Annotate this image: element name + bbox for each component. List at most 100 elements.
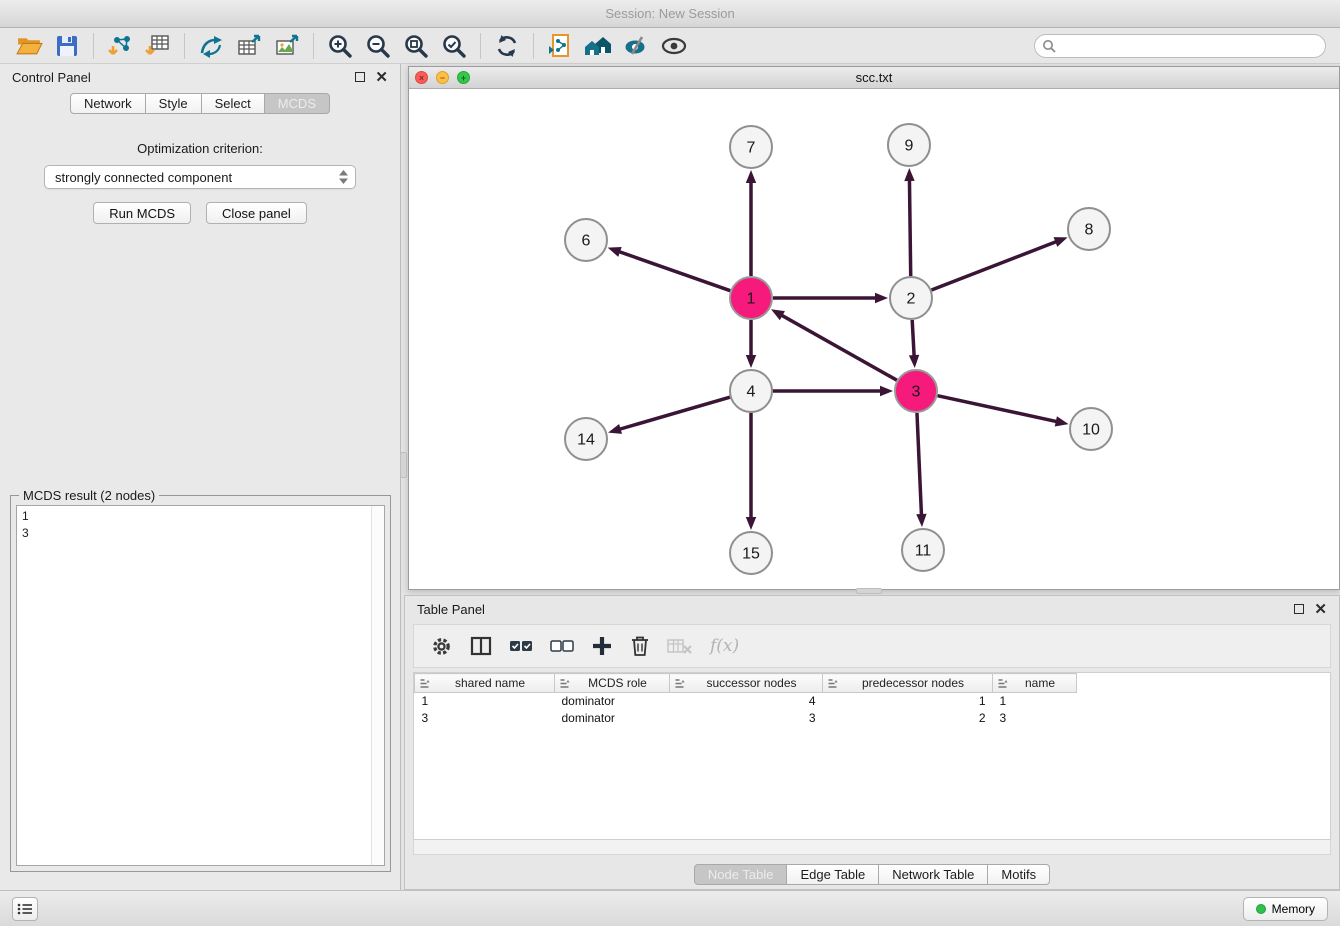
delete-table-icon-disabled[interactable] [667,632,693,660]
cell-shared-name: 1 [415,693,555,710]
graphics-details-glyph [623,33,649,59]
home-pair-icon[interactable] [579,30,617,62]
graph-edge-arrowhead [608,247,622,257]
table-row[interactable]: 3dominator323 [415,710,1077,727]
network-window-title: scc.txt [409,70,1339,85]
float-panel-icon[interactable] [355,72,365,82]
toolbar-separator [480,33,481,59]
graph-edge-arrowhead [1054,237,1068,247]
tab-mcds[interactable]: MCDS [265,93,330,114]
zoom-in-icon[interactable] [321,30,359,62]
graph-node-label: 4 [747,384,756,401]
table-settings-gear-icon[interactable] [430,632,453,660]
panel-list-button[interactable] [12,897,38,921]
graph-node-label: 1 [747,291,756,308]
table-panel-title: Table Panel [417,602,485,617]
export-table-glyph [236,33,262,59]
graph-edge-2-9[interactable] [909,179,910,276]
network-window-titlebar[interactable]: × − + scc.txt [409,67,1339,89]
zoom-selected-glyph [441,33,467,59]
graph-edge-arrowhead [746,170,756,183]
zoom-fit-icon[interactable] [397,30,435,62]
close-table-panel-icon[interactable]: ✕ [1314,602,1327,617]
mcds-result-title: MCDS result (2 nodes) [19,488,159,503]
graph-edge-3-11[interactable] [917,413,922,516]
tab-style[interactable]: Style [146,93,202,114]
cell-predecessor-nodes: 2 [823,710,993,727]
cell-successor-nodes: 4 [670,693,823,710]
column-header-predecessor-nodes[interactable]: predecessor nodes [823,674,993,693]
delete-column-icon[interactable] [630,632,650,660]
table-tab-node-table[interactable]: Node Table [694,864,788,885]
network-arrows-glyph [198,33,224,59]
export-image-glyph [274,33,300,59]
control-panel-header: Control Panel ✕ [0,64,400,90]
graph-edge-1-6[interactable] [618,251,730,290]
horizontal-splitter-handle[interactable] [856,588,882,594]
eye-icon[interactable] [655,30,693,62]
folder-icon [16,33,43,58]
close-window-button[interactable]: × [415,71,428,84]
open-session-icon[interactable] [10,30,48,62]
network-canvas[interactable]: 1234678910111415 [409,89,1339,589]
run-mcds-button[interactable]: Run MCDS [93,202,191,224]
column-visibility-icon[interactable] [470,632,492,660]
zoom-selected-icon[interactable] [435,30,473,62]
table-tab-motifs[interactable]: Motifs [988,864,1050,885]
export-image-icon[interactable] [268,30,306,62]
mcds-result-box: MCDS result (2 nodes) 13 [10,495,391,872]
cell-mcds-role: dominator [555,693,670,710]
create-column-icon[interactable] [591,632,613,660]
table-row[interactable]: 1dominator411 [415,693,1077,710]
column-header-mcds-role[interactable]: MCDS role [555,674,670,693]
save-session-icon[interactable] [48,30,86,62]
close-panel-icon[interactable]: ✕ [375,70,388,85]
window-title: Session: New Session [605,6,734,21]
status-bar: Memory [0,890,1340,926]
zoom-window-button[interactable]: + [457,71,470,84]
new-network-icon[interactable] [192,30,230,62]
column-header-successor-nodes[interactable]: successor nodes [670,674,823,693]
network-document-icon[interactable] [541,30,579,62]
zoom-out-icon[interactable] [359,30,397,62]
graph-edge-2-3[interactable] [912,320,914,357]
deselect-all-rows-icon[interactable] [550,632,574,660]
search-input[interactable] [1034,34,1326,58]
result-scrollbar[interactable] [371,506,384,865]
graph-edge-4-14[interactable] [619,397,730,429]
tab-select[interactable]: Select [202,93,265,114]
memory-button[interactable]: Memory [1243,897,1328,921]
graph-edge-arrowhead [875,293,888,303]
select-all-rows-icon[interactable] [509,632,533,660]
column-header-shared-name[interactable]: shared name [415,674,555,693]
node-table-area: shared nameMCDS role successor nodes prede… [413,672,1331,840]
table-tab-network-table[interactable]: Network Table [879,864,988,885]
criterion-dropdown[interactable]: strongly connected component [44,165,356,189]
graph-edge-arrowhead [916,514,926,527]
refresh-layout-icon[interactable] [488,30,526,62]
graph-edge-3-1[interactable] [781,315,897,381]
float-table-panel-icon[interactable] [1294,604,1304,614]
close-panel-button[interactable]: Close panel [206,202,307,224]
import-network-icon[interactable] [101,30,139,62]
graph-node-label: 6 [582,233,591,250]
column-header-label: successor nodes [685,676,818,690]
graphics-details-icon[interactable] [617,30,655,62]
function-builder-icon-disabled[interactable]: f(x) [710,632,739,660]
export-table-icon[interactable] [230,30,268,62]
vertical-splitter-handle[interactable] [400,452,407,478]
table-toolbar: f(x) [413,624,1331,668]
table-horizontal-scrollbar[interactable] [413,840,1331,855]
criterion-dropdown-value: strongly connected component [55,170,232,185]
refresh-glyph [494,33,520,59]
import-table-icon[interactable] [139,30,177,62]
graph-edge-3-10[interactable] [937,396,1057,422]
table-tab-edge-table[interactable]: Edge Table [787,864,879,885]
column-header-name[interactable]: name [993,674,1077,693]
graph-node-label: 2 [907,291,916,308]
tab-network[interactable]: Network [70,93,146,114]
control-panel: Control Panel ✕ NetworkStyleSelectMCDS O… [0,64,401,890]
minimize-window-button[interactable]: − [436,71,449,84]
graph-edge-arrowhead [746,355,756,368]
graph-edge-2-8[interactable] [932,241,1058,290]
